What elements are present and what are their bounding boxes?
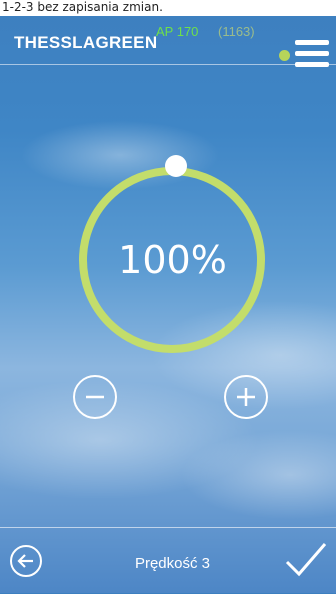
- confirm-button[interactable]: [284, 538, 328, 582]
- bottom-bar: Prędkość 3: [0, 527, 336, 594]
- fan-speed-percentage: 100%: [118, 238, 227, 282]
- minus-circle-icon: [86, 395, 104, 399]
- decrease-button[interactable]: [73, 375, 117, 419]
- plus-circle-icon: [237, 388, 255, 406]
- fan-speed-gauge[interactable]: [0, 0, 336, 593]
- increase-button[interactable]: [224, 375, 268, 419]
- gauge-knob-handle[interactable]: [165, 155, 187, 177]
- checkmark-icon: [285, 543, 327, 577]
